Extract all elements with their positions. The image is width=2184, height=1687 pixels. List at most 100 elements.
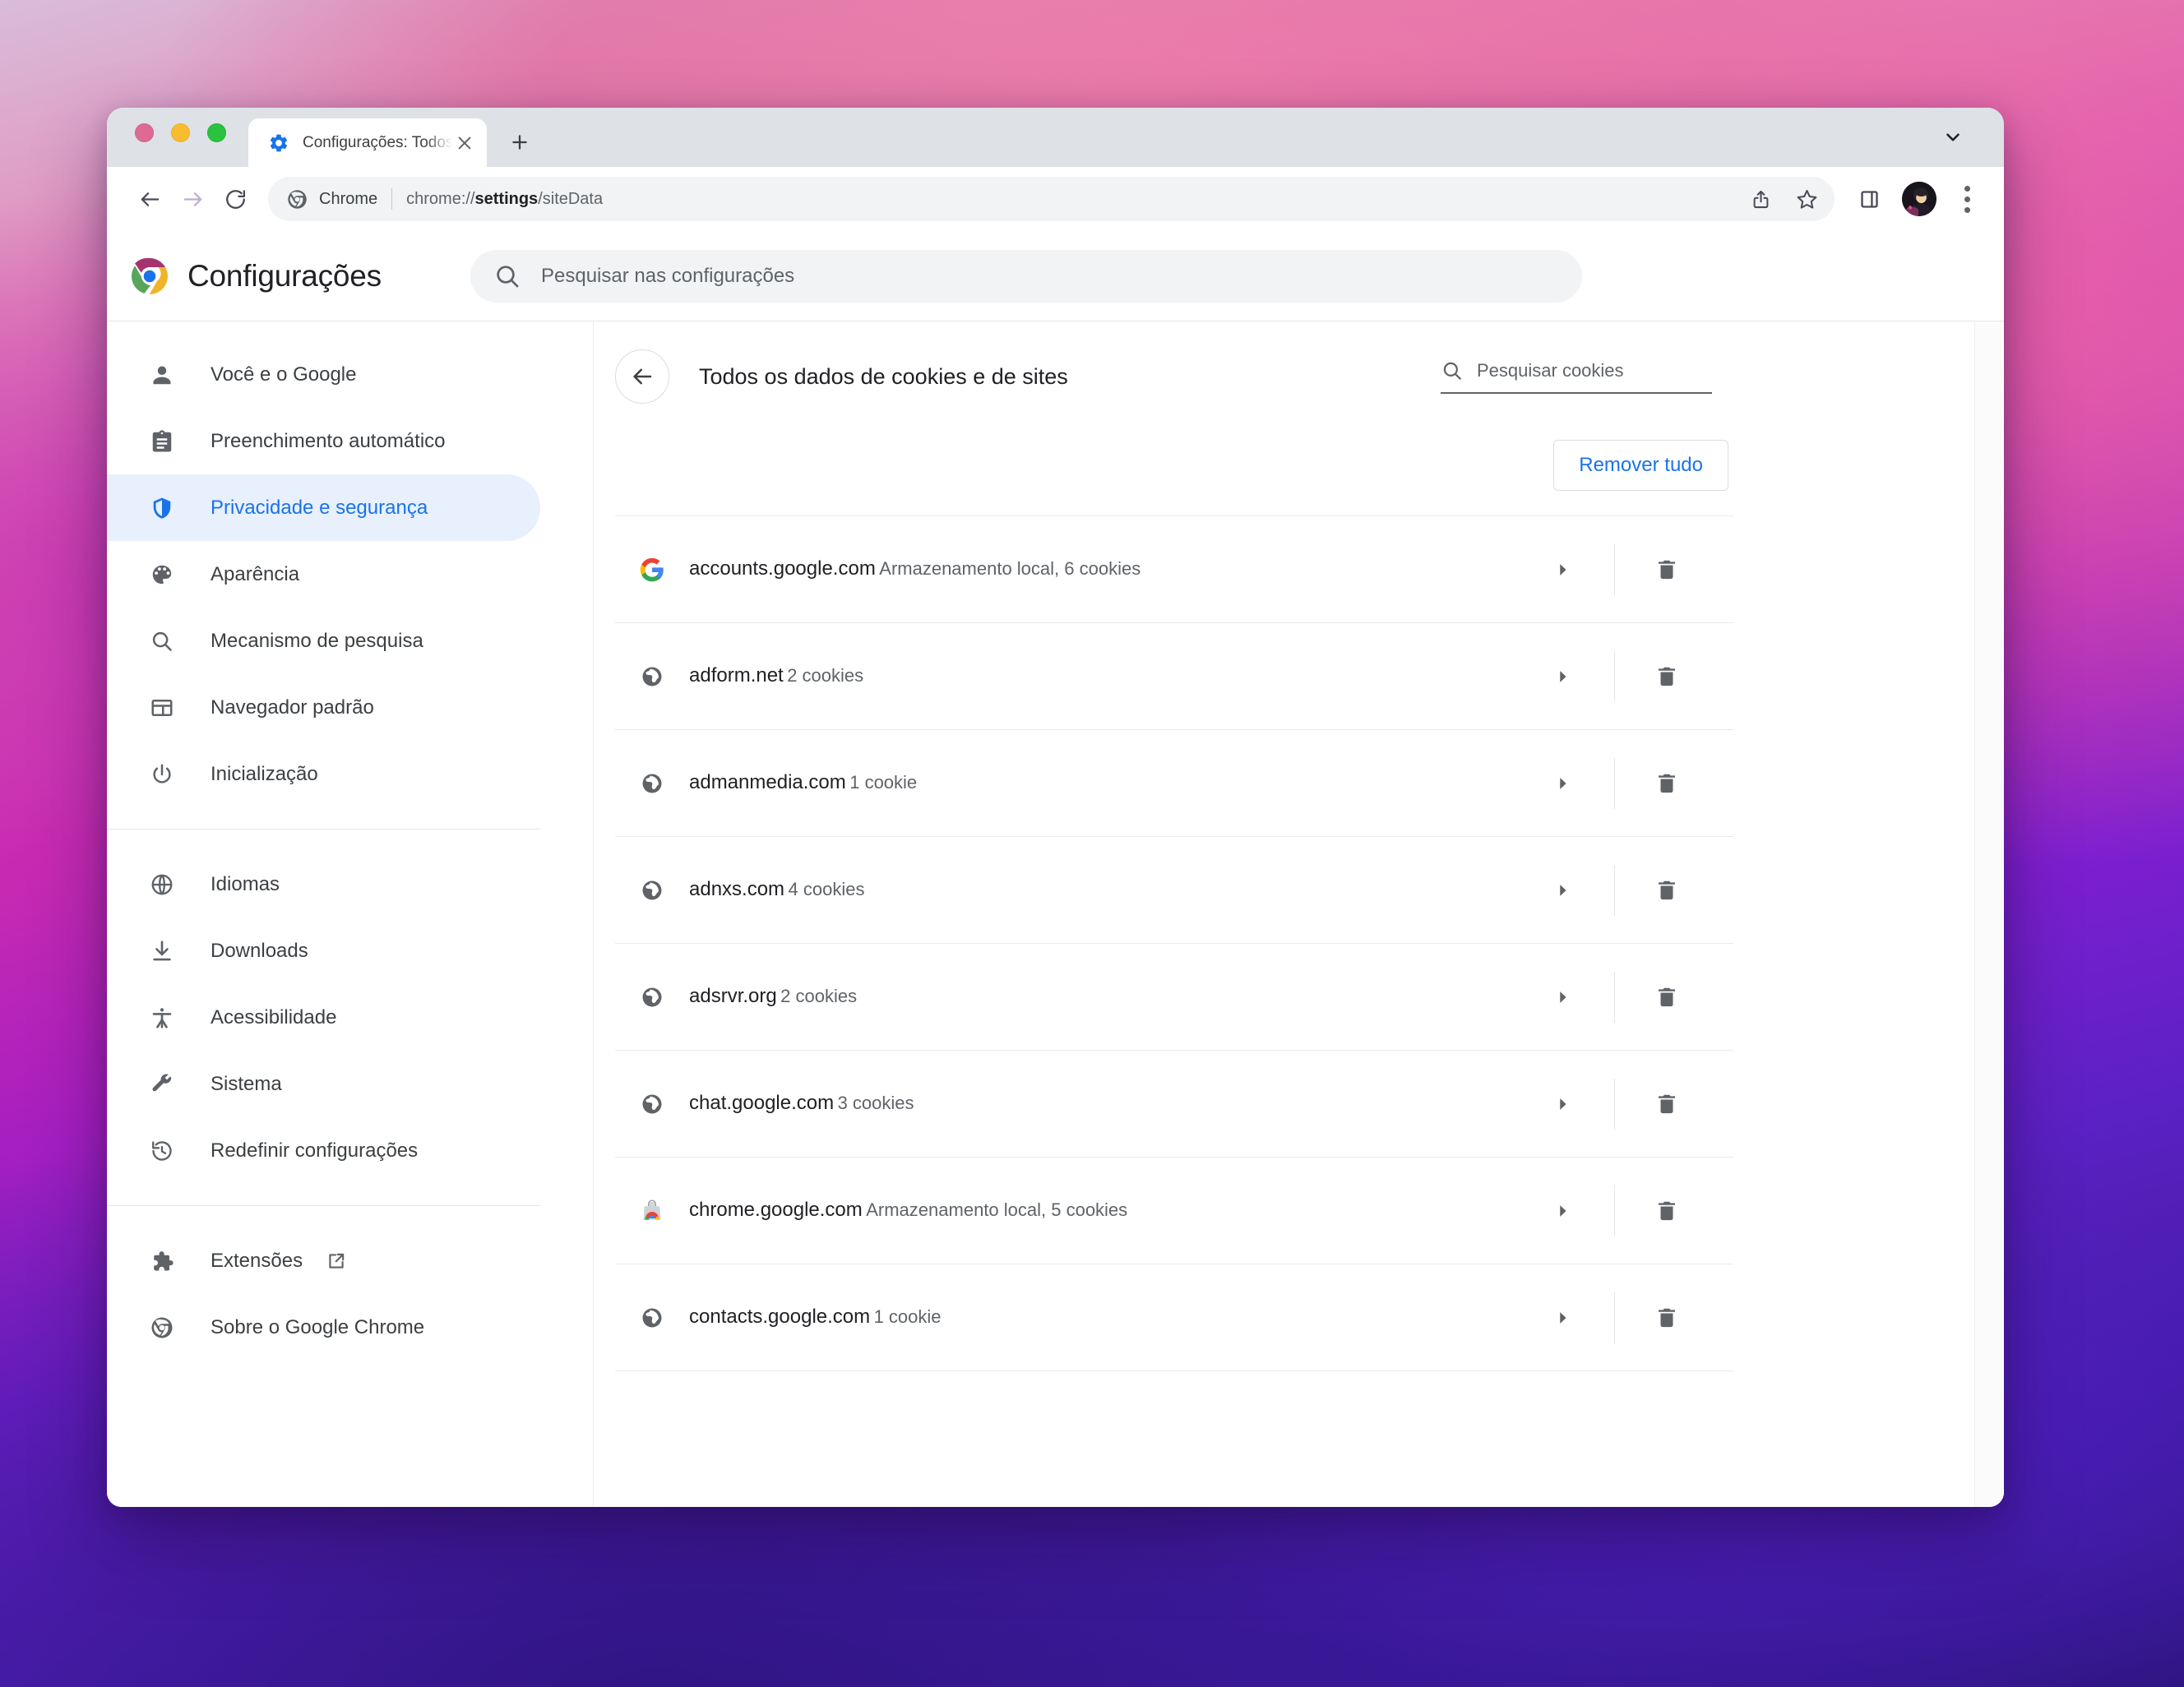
back-button[interactable] (128, 178, 171, 220)
sidebar-item-inicializacao[interactable]: Inicialização (107, 741, 540, 807)
globe-icon (638, 1090, 666, 1118)
browser-tab-settings[interactable]: Configurações: Todos os dados (248, 118, 487, 167)
sidebar-divider (107, 829, 540, 830)
sidebar-item-redefinir-configuracoes[interactable]: Redefinir configurações (107, 1117, 540, 1184)
table-row[interactable]: adsrvr.org 2 cookies (615, 944, 1733, 1051)
globe-icon (638, 1304, 666, 1332)
globe-icon (638, 770, 666, 797)
site-description: 3 cookies (837, 1093, 914, 1114)
sidebar-item-label: Aparência (211, 562, 300, 585)
sidebar-item-sobre-o-google-chrome[interactable]: Sobre o Google Chrome (107, 1294, 540, 1361)
sidebar-item-label: Você e o Google (211, 363, 357, 386)
cookie-search-input[interactable] (1477, 360, 1712, 381)
table-row[interactable]: adnxs.com 4 cookies (615, 837, 1733, 944)
palette-icon (146, 559, 178, 590)
subpage-header: Todos os dados de cookies e de sites (615, 344, 1733, 409)
table-row[interactable]: adform.net 2 cookies (615, 623, 1733, 730)
settings-search-box[interactable] (470, 249, 1582, 303)
content-scrollbar[interactable] (1974, 321, 2004, 1507)
star-icon[interactable] (1785, 178, 1828, 220)
gear-icon (268, 132, 289, 154)
three-dot-menu-icon[interactable] (1948, 180, 1986, 218)
trash-icon[interactable] (1636, 860, 1697, 921)
avatar[interactable] (1902, 182, 1936, 216)
table-row[interactable]: chat.google.com 3 cookies (615, 1051, 1733, 1158)
accessibility-icon (146, 1002, 178, 1033)
trash-icon[interactable] (1636, 1181, 1697, 1241)
row-divider (1614, 864, 1615, 916)
clipboard-icon (146, 426, 178, 457)
settings-search-input[interactable] (541, 264, 1559, 288)
table-row[interactable]: chrome.google.com Armazenamento local, 5… (615, 1158, 1733, 1264)
window-minimize-button[interactable] (171, 123, 190, 142)
person-icon (146, 359, 178, 391)
browser-icon (146, 692, 178, 723)
table-row[interactable]: contacts.google.com 1 cookie (615, 1264, 1733, 1371)
url-suffix: /siteData (538, 189, 604, 208)
site-description: 2 cookies (780, 986, 858, 1007)
content-inner: Todos os dados de cookies e de sites Pes… (615, 321, 1733, 1371)
trash-icon[interactable] (1636, 646, 1697, 707)
address-bar[interactable]: Chrome chrome://settings/siteData (268, 177, 1835, 221)
sidebar-item-aparencia[interactable]: Aparência (107, 541, 540, 608)
search-icon (146, 626, 178, 657)
site-text: chat.google.com 3 cookies (689, 1090, 1532, 1116)
chevron-right-icon[interactable] (1532, 753, 1593, 814)
chevron-down-icon[interactable] (1935, 121, 1971, 154)
sidebar-item-extensoes[interactable]: Extensões (107, 1227, 540, 1294)
side-panel-icon[interactable] (1848, 178, 1890, 220)
close-icon[interactable] (452, 131, 477, 155)
remove-all-row: Remover tudo (615, 409, 1733, 515)
trash-icon[interactable] (1636, 1287, 1697, 1348)
sidebar-item-preenchimento-automatico[interactable]: Preenchimento automático (107, 408, 540, 474)
sidebar-item-sistema[interactable]: Sistema (107, 1051, 540, 1117)
menu-dot (1964, 185, 1970, 192)
table-row[interactable]: accounts.google.com Armazenamento local,… (615, 516, 1733, 623)
chrome-logo (130, 257, 169, 296)
site-name: contacts.google.com (689, 1306, 871, 1329)
table-row[interactable]: admanmedia.com 1 cookie (615, 730, 1733, 837)
sidebar-item-mecanismo-de-pesquisa[interactable]: Mecanismo de pesquisa (107, 608, 540, 674)
sidebar-item-acessibilidade[interactable]: Acessibilidade (107, 984, 540, 1051)
forward-button[interactable] (171, 178, 214, 220)
remove-all-button[interactable]: Remover tudo (1553, 440, 1728, 491)
restore-icon (146, 1135, 178, 1167)
omnibox-actions (1739, 178, 1828, 220)
window-maximize-button[interactable] (207, 123, 226, 142)
settings-content: Todos os dados de cookies e de sites Pes… (594, 321, 2004, 1507)
site-text: chrome.google.com Armazenamento local, 5… (689, 1197, 1532, 1223)
window-traffic-lights (135, 123, 226, 142)
url-bold: settings (474, 189, 539, 208)
sidebar-divider (107, 1205, 540, 1206)
external-link-icon[interactable] (324, 1249, 349, 1273)
chevron-right-icon[interactable] (1532, 1287, 1593, 1348)
back-arrow-icon[interactable] (615, 349, 669, 404)
sidebar-item-privacidade-e-seguranca[interactable]: Privacidade e segurança (107, 474, 540, 541)
cookie-search-box[interactable] (1441, 359, 1712, 394)
trash-icon[interactable] (1636, 967, 1697, 1028)
site-description: Armazenamento local, 5 cookies (866, 1199, 1128, 1221)
chevron-right-icon[interactable] (1532, 539, 1593, 600)
sidebar-item-label: Sistema (211, 1072, 282, 1095)
window-close-button[interactable] (135, 123, 154, 142)
new-tab-button[interactable] (500, 122, 539, 162)
reload-button[interactable] (214, 178, 257, 220)
sidebar-item-downloads[interactable]: Downloads (107, 917, 540, 984)
share-icon[interactable] (1739, 178, 1782, 220)
site-description: 4 cookies (788, 879, 865, 900)
trash-icon[interactable] (1636, 753, 1697, 814)
chevron-right-icon[interactable] (1532, 860, 1593, 921)
trash-icon[interactable] (1636, 1074, 1697, 1135)
chevron-right-icon[interactable] (1532, 1181, 1593, 1241)
webstore-icon (638, 1197, 666, 1225)
chevron-right-icon[interactable] (1532, 967, 1593, 1028)
site-data-list: accounts.google.com Armazenamento local,… (615, 515, 1733, 1371)
toolbar-right-actions (1848, 178, 1986, 220)
sidebar-item-navegador-padrao[interactable]: Navegador padrão (107, 674, 540, 741)
chevron-right-icon[interactable] (1532, 646, 1593, 707)
trash-icon[interactable] (1636, 539, 1697, 600)
row-divider (1614, 1292, 1615, 1343)
sidebar-item-voce-e-o-google[interactable]: Você e o Google (107, 341, 540, 408)
sidebar-item-idiomas[interactable]: Idiomas (107, 851, 540, 917)
chevron-right-icon[interactable] (1532, 1074, 1593, 1135)
